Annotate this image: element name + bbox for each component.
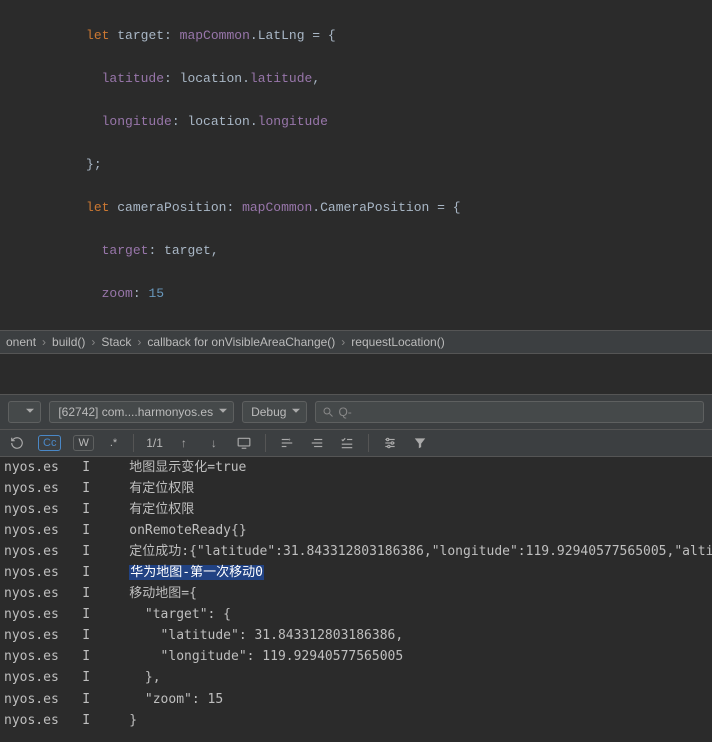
- separator: [133, 434, 134, 452]
- regex-chip[interactable]: .*: [106, 436, 121, 450]
- case-chip[interactable]: Cc: [38, 435, 61, 451]
- svg-text:+: +: [287, 437, 290, 443]
- restart-icon[interactable]: [8, 434, 26, 452]
- log-line: nyos.es I },: [0, 667, 712, 688]
- log-line: nyos.es I }: [0, 710, 712, 731]
- screen-icon[interactable]: [235, 434, 253, 452]
- log-output[interactable]: nyos.es I 地图显示变化=truenyos.es I 有定位权限nyos…: [0, 457, 712, 731]
- log-line: nyos.es I 定位成功:{"latitude":31.8433128031…: [0, 541, 712, 562]
- separator: [265, 434, 266, 452]
- log-toolbar: [62742] com....harmonyos.es Debug Q-: [0, 394, 712, 430]
- log-line: nyos.es I "longitude": 119.9294057756500…: [0, 646, 712, 667]
- log-line: nyos.es I 有定位权限: [0, 478, 712, 499]
- code-editor[interactable]: let target: mapCommon.LatLng = { latitud…: [0, 0, 712, 330]
- log-line: nyos.es I onRemoteReady{}: [0, 520, 712, 541]
- soft-wrap-icon[interactable]: +: [278, 434, 296, 452]
- match-counter: 1/1: [146, 436, 163, 450]
- log-line: nyos.es I "latitude": 31.843312803186386…: [0, 625, 712, 646]
- log-level-dropdown[interactable]: Debug: [242, 401, 307, 423]
- log-line: nyos.es I "zoom": 15: [0, 689, 712, 710]
- log-panel: [62742] com....harmonyos.es Debug Q- Cc …: [0, 354, 712, 731]
- checklist-icon[interactable]: [338, 434, 356, 452]
- breadcrumb: onent › build() › Stack › callback for o…: [0, 330, 712, 354]
- separator: [368, 434, 369, 452]
- breadcrumb-item[interactable]: requestLocation(): [351, 335, 444, 349]
- breadcrumb-item[interactable]: callback for onVisibleAreaChange(): [147, 335, 335, 349]
- log-toolbar-secondary: Cc W .* 1/1 ↑ ↓ +: [0, 430, 712, 457]
- log-line: nyos.es I 有定位权限: [0, 499, 712, 520]
- log-line: nyos.es I 移动地图={: [0, 583, 712, 604]
- chevron-right-icon: ›: [91, 335, 95, 349]
- indent-icon[interactable]: [308, 434, 326, 452]
- log-line: nyos.es I 华为地图-第一次移动0: [0, 562, 712, 583]
- chevron-right-icon: ›: [137, 335, 141, 349]
- breadcrumb-item[interactable]: onent: [6, 335, 36, 349]
- chevron-right-icon: ›: [341, 335, 345, 349]
- breadcrumb-item[interactable]: Stack: [101, 335, 131, 349]
- device-dropdown[interactable]: [8, 401, 41, 423]
- filter-icon[interactable]: [411, 434, 429, 452]
- log-line: nyos.es I 地图显示变化=true: [0, 457, 712, 478]
- search-placeholder: Q-: [338, 405, 351, 419]
- process-dropdown[interactable]: [62742] com....harmonyos.es: [49, 401, 234, 423]
- log-line: nyos.es I "target": {: [0, 604, 712, 625]
- words-chip[interactable]: W: [73, 435, 93, 451]
- breadcrumb-item[interactable]: build(): [52, 335, 85, 349]
- arrow-down-icon[interactable]: ↓: [205, 434, 223, 452]
- settings-icon[interactable]: [381, 434, 399, 452]
- search-icon: [322, 406, 334, 418]
- log-search-input[interactable]: Q-: [315, 401, 704, 423]
- arrow-up-icon[interactable]: ↑: [175, 434, 193, 452]
- chevron-right-icon: ›: [42, 335, 46, 349]
